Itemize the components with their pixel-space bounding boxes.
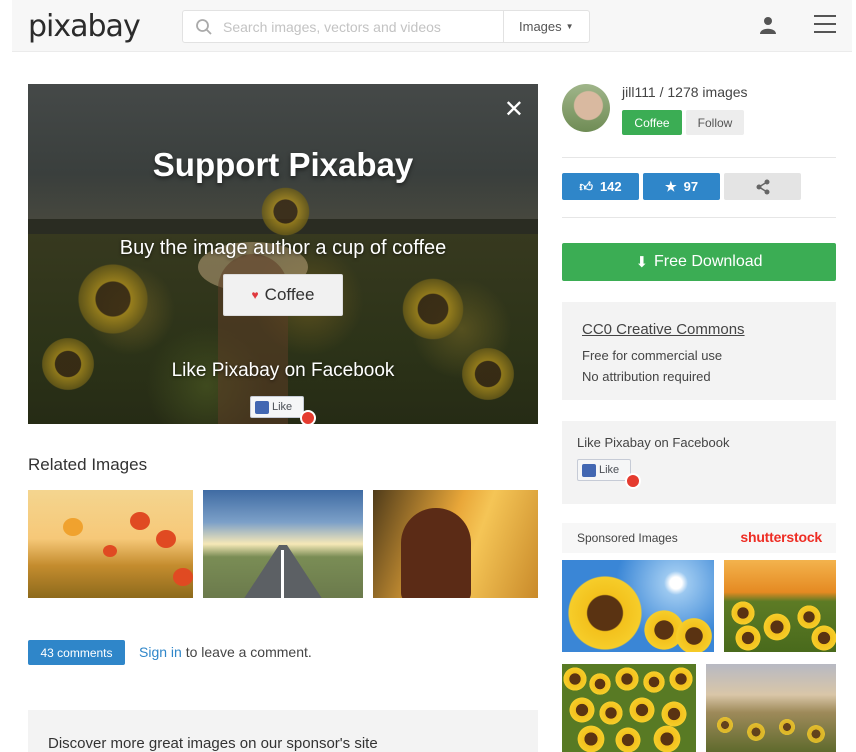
flower-shape bbox=[762, 612, 792, 642]
flower-shape bbox=[564, 572, 646, 652]
facebook-box: Like Pixabay on Facebook Like bbox=[562, 421, 836, 504]
flower-shape bbox=[63, 518, 83, 536]
flower-shape bbox=[562, 666, 588, 692]
hamburger-menu-icon[interactable] bbox=[814, 15, 836, 33]
facebook-like-button[interactable]: Like bbox=[250, 396, 304, 418]
flower-shape bbox=[806, 724, 826, 744]
flower-shape bbox=[778, 718, 796, 736]
related-image-girl[interactable] bbox=[373, 490, 538, 598]
like-button[interactable]: 👍︎ 142 bbox=[562, 173, 639, 200]
flower-shape bbox=[652, 724, 682, 752]
signin-link[interactable]: Sign in bbox=[139, 644, 182, 660]
facebook-like-button[interactable]: Like bbox=[577, 459, 631, 481]
flower-shape bbox=[156, 530, 176, 548]
top-header: pixabay Images▼ bbox=[12, 0, 852, 52]
hair-shape bbox=[401, 508, 471, 598]
support-title: Support Pixabay bbox=[152, 146, 414, 183]
flower-shape bbox=[730, 600, 756, 626]
caret-down-icon: ▼ bbox=[565, 22, 574, 31]
facebook-prompt: Like Pixabay on Facebook bbox=[171, 360, 395, 381]
thumbs-up-icon bbox=[255, 400, 269, 414]
share-button[interactable] bbox=[724, 173, 801, 200]
flower-shape bbox=[598, 700, 624, 726]
search-divider bbox=[503, 11, 504, 42]
search-type-label: Images bbox=[519, 19, 562, 34]
related-image-poppies[interactable] bbox=[28, 490, 193, 598]
sunflower-decor bbox=[258, 184, 313, 239]
sponsored-image-field-sunset[interactable] bbox=[724, 560, 836, 652]
sponsored-image-misty-field[interactable] bbox=[706, 664, 836, 752]
license-box: CC0 Creative Commons Free for commercial… bbox=[562, 302, 836, 400]
flower-shape bbox=[576, 724, 606, 752]
kiss-badge-icon bbox=[300, 410, 316, 424]
sponsored-images-header: Sponsored Images shutterstock bbox=[562, 523, 836, 553]
support-subtitle: Buy the image author a cup of coffee bbox=[119, 237, 447, 259]
favorite-count: 97 bbox=[683, 179, 699, 194]
author-avatar[interactable] bbox=[562, 84, 610, 132]
flower-shape bbox=[130, 512, 150, 530]
related-images-title: Related Images bbox=[28, 455, 148, 474]
flower-shape bbox=[614, 726, 642, 752]
facebook-box-title: Like Pixabay on Facebook bbox=[577, 435, 730, 450]
search-input[interactable] bbox=[223, 11, 503, 42]
flower-shape bbox=[734, 624, 762, 652]
free-download-button[interactable]: ⬇ Free Download bbox=[562, 243, 836, 281]
flower-shape bbox=[674, 616, 714, 652]
sunflower-decor bbox=[73, 259, 153, 339]
license-line-attribution: No attribution required bbox=[582, 369, 711, 384]
facebook-like-label: Like bbox=[272, 401, 293, 413]
thumbs-up-icon bbox=[582, 463, 596, 477]
sponsor-banner[interactable]: Discover more great images on our sponso… bbox=[28, 710, 538, 752]
flower-shape bbox=[103, 545, 117, 557]
pixabay-logo[interactable]: pixabay bbox=[28, 9, 141, 44]
search-type-dropdown[interactable]: Images ▼ bbox=[519, 19, 574, 34]
sunflower-decor bbox=[398, 274, 468, 344]
buy-coffee-button[interactable]: ♥ Coffee bbox=[223, 274, 343, 316]
author-info[interactable]: jill111 / 1278 images bbox=[622, 84, 748, 100]
license-link[interactable]: CC0 Creative Commons bbox=[582, 321, 745, 338]
heart-icon: ♥ bbox=[251, 288, 259, 302]
like-count: 142 bbox=[599, 179, 622, 194]
sponsored-image-field[interactable] bbox=[562, 664, 696, 752]
search-icon[interactable] bbox=[195, 18, 213, 36]
thumbs-up-icon: 👍︎ bbox=[579, 178, 593, 194]
divider bbox=[562, 157, 836, 158]
search-bar: Images▼ bbox=[182, 10, 590, 43]
flower-shape bbox=[716, 716, 734, 734]
flower-shape bbox=[588, 672, 612, 696]
sponsor-banner-text: Discover more great images on our sponso… bbox=[48, 735, 378, 752]
star-icon: ★ bbox=[664, 178, 677, 194]
related-image-road[interactable] bbox=[203, 490, 363, 598]
kiss-badge-icon bbox=[625, 473, 641, 489]
flower-shape bbox=[173, 568, 193, 586]
signin-rest-text: to leave a comment. bbox=[181, 644, 312, 660]
sponsored-image-sunflower[interactable] bbox=[562, 560, 714, 652]
flower-shape bbox=[668, 666, 694, 692]
flower-shape bbox=[746, 722, 766, 742]
facebook-like-label: Like bbox=[599, 464, 620, 476]
favorite-button[interactable]: ★ 97 bbox=[643, 173, 720, 200]
signin-prompt: Sign in to leave a comment. bbox=[139, 644, 312, 660]
shutterstock-logo[interactable]: shutterstock bbox=[740, 529, 822, 545]
free-download-label: Free Download bbox=[654, 253, 763, 270]
buy-coffee-label: Coffee bbox=[264, 285, 315, 304]
user-icon[interactable] bbox=[760, 16, 776, 34]
flower-shape bbox=[628, 696, 656, 724]
road-line-shape bbox=[281, 550, 284, 598]
share-icon bbox=[756, 179, 769, 194]
sponsored-images-label: Sponsored Images bbox=[577, 531, 678, 545]
flower-shape bbox=[614, 666, 640, 692]
flower-shape bbox=[568, 696, 596, 724]
license-line-commercial: Free for commercial use bbox=[582, 348, 723, 363]
follow-button[interactable]: Follow bbox=[686, 110, 744, 135]
support-overlay-image: ✕ Support Pixabay Buy the image author a… bbox=[28, 84, 538, 424]
flower-shape bbox=[642, 670, 666, 694]
divider bbox=[562, 217, 836, 218]
author-coffee-button[interactable]: Coffee bbox=[622, 110, 682, 135]
comments-count-button[interactable]: 43 comments bbox=[28, 640, 125, 665]
download-icon: ⬇ bbox=[635, 254, 649, 271]
flower-shape bbox=[810, 624, 836, 652]
close-icon[interactable]: ✕ bbox=[504, 98, 524, 122]
